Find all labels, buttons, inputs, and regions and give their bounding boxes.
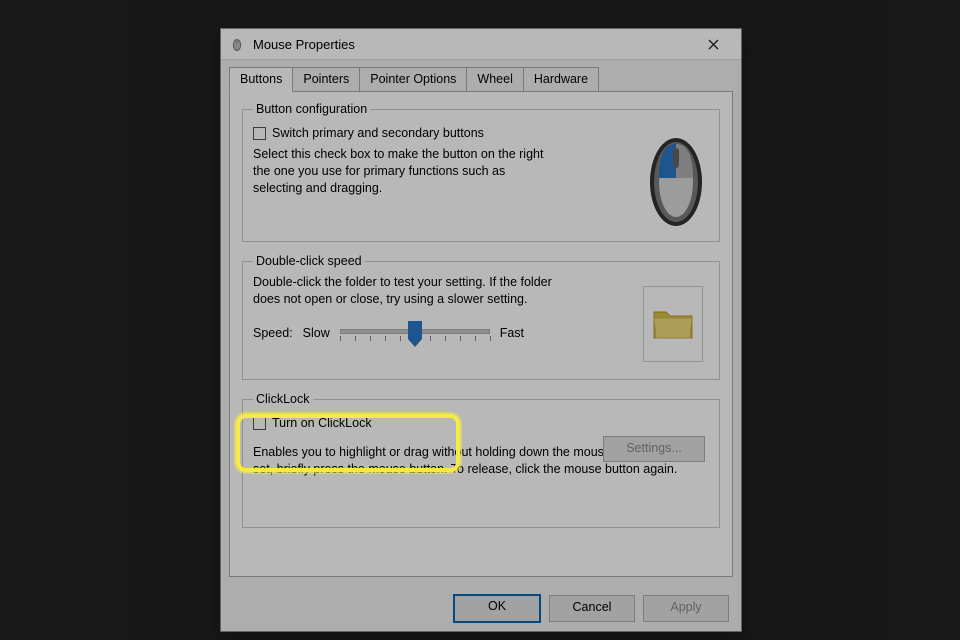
group-legend: ClickLock xyxy=(253,392,313,406)
tab-panel-buttons: Button configuration Switch primary and … xyxy=(229,91,733,577)
slider-thumb[interactable] xyxy=(408,321,422,339)
close-button[interactable] xyxy=(693,30,733,58)
cancel-button[interactable]: Cancel xyxy=(549,595,635,622)
group-legend: Button configuration xyxy=(253,102,370,116)
mouse-icon xyxy=(229,36,245,52)
switch-buttons-checkbox-row[interactable]: Switch primary and secondary buttons xyxy=(253,126,709,140)
titlebar: Mouse Properties xyxy=(221,29,741,60)
tab-pointer-options[interactable]: Pointer Options xyxy=(359,67,467,92)
clicklock-label: Turn on ClickLock xyxy=(272,416,372,430)
apply-button: Apply xyxy=(643,595,729,622)
switch-buttons-description: Select this check box to make the button… xyxy=(253,146,553,197)
double-click-description: Double-click the folder to test your set… xyxy=(253,274,573,308)
double-click-speed-slider[interactable] xyxy=(340,320,490,346)
close-icon xyxy=(708,39,719,50)
group-legend: Double-click speed xyxy=(253,254,365,268)
speed-slow-label: Slow xyxy=(303,326,330,340)
clicklock-settings-button: Settings... xyxy=(603,436,705,462)
dialog-footer: OK Cancel Apply xyxy=(221,585,741,631)
folder-icon xyxy=(652,306,694,342)
clicklock-checkbox-row[interactable]: Turn on ClickLock xyxy=(253,416,709,430)
group-button-configuration: Button configuration Switch primary and … xyxy=(242,102,720,242)
tab-wheel[interactable]: Wheel xyxy=(466,67,523,92)
group-double-click-speed: Double-click speed Double-click the fold… xyxy=(242,254,720,380)
tab-hardware[interactable]: Hardware xyxy=(523,67,599,92)
switch-buttons-label: Switch primary and secondary buttons xyxy=(272,126,484,140)
tab-buttons[interactable]: Buttons xyxy=(229,67,293,92)
window-title: Mouse Properties xyxy=(253,37,693,52)
tab-pointers[interactable]: Pointers xyxy=(292,67,360,92)
clicklock-checkbox[interactable] xyxy=(253,417,266,430)
test-folder[interactable] xyxy=(643,286,703,362)
mouse-illustration xyxy=(645,130,707,233)
tab-strip: Buttons Pointers Pointer Options Wheel H… xyxy=(229,66,733,91)
speed-label: Speed: xyxy=(253,326,293,340)
ok-button[interactable]: OK xyxy=(453,594,541,623)
speed-fast-label: Fast xyxy=(500,326,524,340)
group-clicklock: ClickLock Turn on ClickLock Settings... … xyxy=(242,392,720,528)
switch-buttons-checkbox[interactable] xyxy=(253,127,266,140)
mouse-properties-dialog: Mouse Properties Buttons Pointers Pointe… xyxy=(220,28,742,632)
